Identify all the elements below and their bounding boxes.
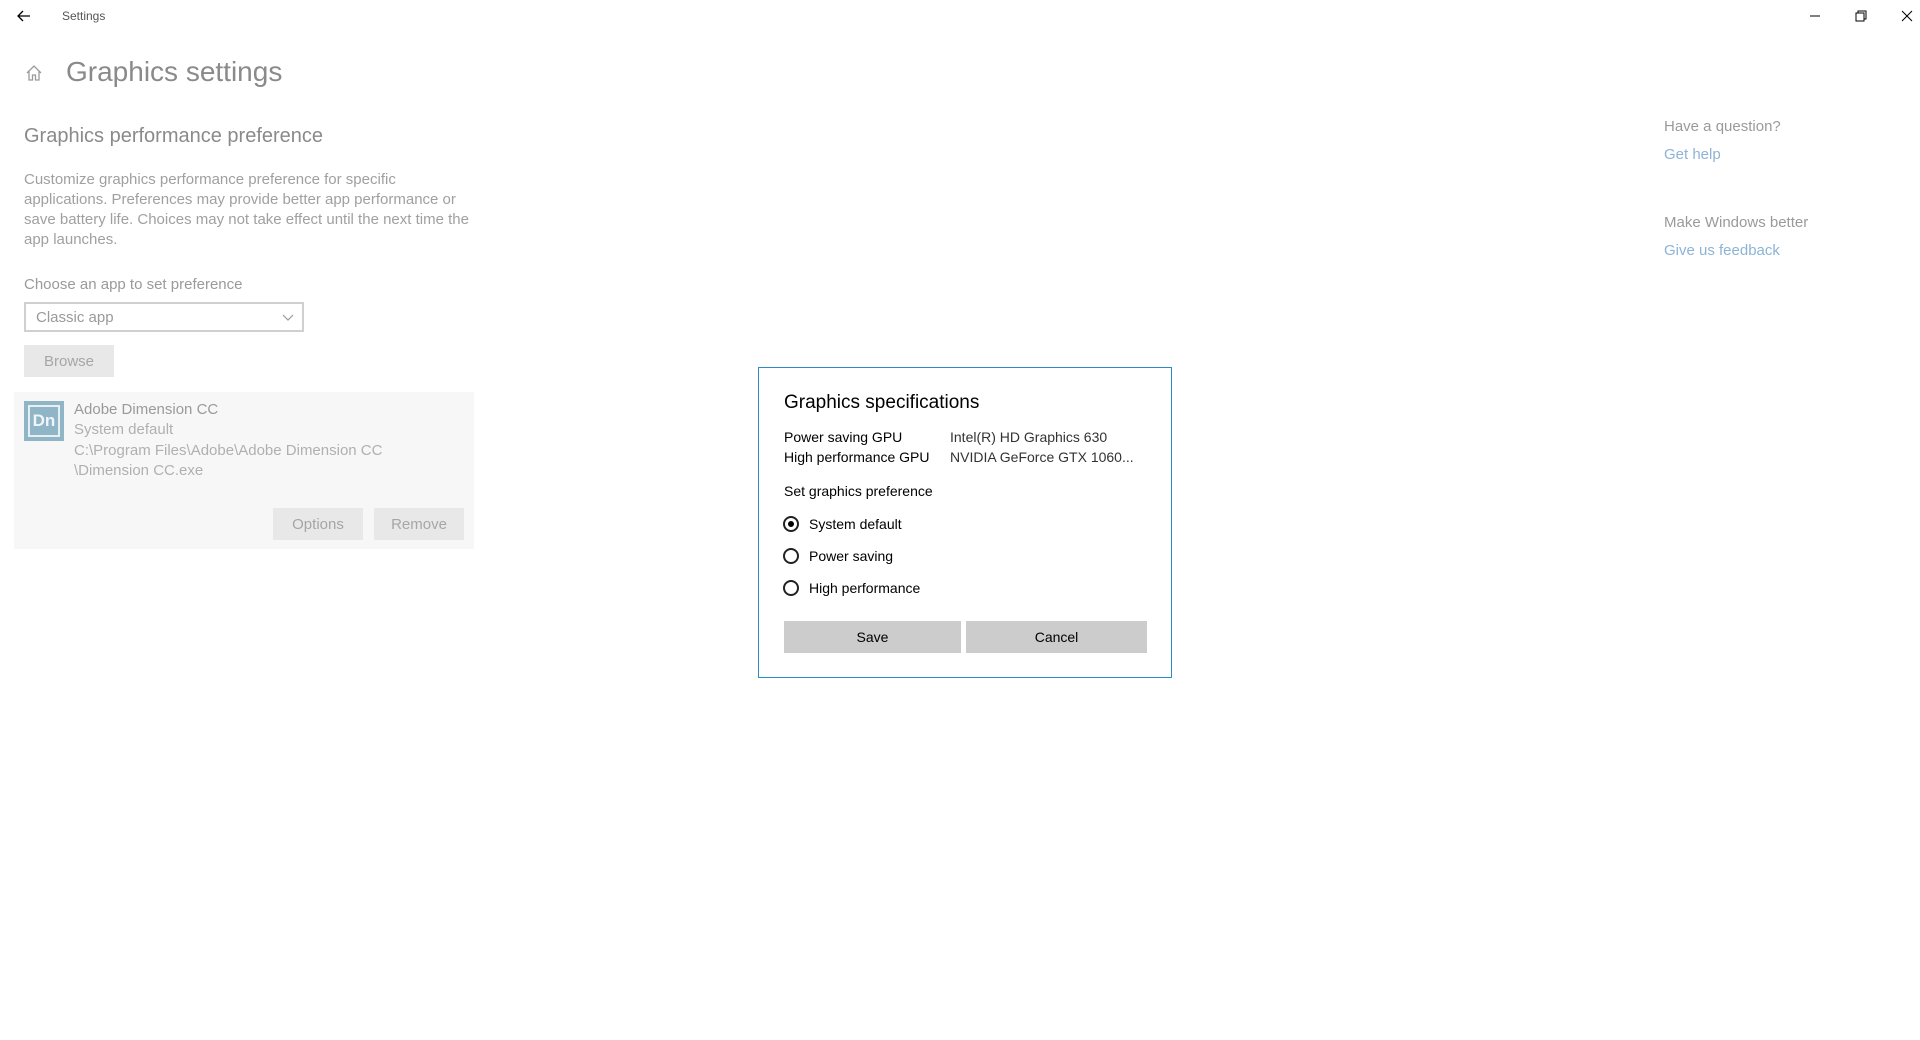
high-performance-gpu-label: High performance GPU xyxy=(784,449,930,465)
radio-button[interactable] xyxy=(783,580,799,596)
save-button[interactable]: Save xyxy=(784,621,961,653)
chevron-down-icon xyxy=(282,314,294,321)
app-path-line2: \Dimension CC.exe xyxy=(74,462,204,479)
make-windows-better-label: Make Windows better xyxy=(1664,214,1809,231)
back-button[interactable] xyxy=(10,4,38,28)
app-list-item[interactable]: Dn Adobe Dimension CC System default C:\… xyxy=(14,392,474,549)
minimize-icon xyxy=(1810,15,1820,17)
app-preference: System default xyxy=(74,421,174,438)
radio-label: High performance xyxy=(809,580,921,596)
set-preference-label: Set graphics preference xyxy=(784,483,933,499)
adobe-dimension-app-icon: Dn xyxy=(24,401,64,441)
radio-label: System default xyxy=(809,516,902,532)
dialog-title: Graphics specifications xyxy=(784,392,980,413)
have-question-label: Have a question? xyxy=(1664,118,1781,135)
app-name: Adobe Dimension CC xyxy=(74,401,219,418)
page-title: Graphics settings xyxy=(66,56,283,87)
title-bar: Settings xyxy=(0,0,1920,32)
radio-power-saving[interactable]: Power saving xyxy=(783,545,893,567)
give-feedback-link[interactable]: Give us feedback xyxy=(1664,242,1780,259)
section-description: Customize graphics performance preferenc… xyxy=(24,171,469,248)
cancel-button[interactable]: Cancel xyxy=(966,621,1147,653)
high-performance-gpu-value: NVIDIA GeForce GTX 1060... xyxy=(950,449,1134,465)
dropdown-value: Classic app xyxy=(36,308,114,326)
home-icon[interactable] xyxy=(24,63,44,83)
minimize-button[interactable] xyxy=(1792,0,1838,32)
close-button[interactable] xyxy=(1884,0,1920,32)
app-type-dropdown[interactable]: Classic app xyxy=(24,302,304,332)
graphics-specifications-dialog: Graphics specifications Power saving GPU… xyxy=(758,367,1172,678)
radio-button[interactable] xyxy=(783,516,799,532)
radio-label: Power saving xyxy=(809,548,894,564)
radio-system-default[interactable]: System default xyxy=(783,513,902,535)
remove-button[interactable]: Remove xyxy=(374,508,464,540)
options-button[interactable]: Options xyxy=(273,508,363,540)
close-icon xyxy=(1901,10,1913,22)
app-path: C:\Program Files\Adobe\Adobe Dimension C… xyxy=(74,441,404,481)
radio-high-performance[interactable]: High performance xyxy=(783,577,920,599)
power-saving-gpu-label: Power saving GPU xyxy=(784,429,903,445)
back-arrow-icon xyxy=(17,10,30,22)
app-path-line1: C:\Program Files\Adobe\Adobe Dimension C… xyxy=(74,442,383,459)
get-help-link[interactable]: Get help xyxy=(1664,146,1721,163)
window-title: Settings xyxy=(62,9,106,23)
power-saving-gpu-value: Intel(R) HD Graphics 630 xyxy=(950,429,1108,445)
restore-button[interactable] xyxy=(1838,0,1884,32)
radio-button[interactable] xyxy=(783,548,799,564)
section-title: Graphics performance preference xyxy=(24,125,324,147)
app-icon-text: Dn xyxy=(28,405,60,437)
browse-button[interactable]: Browse xyxy=(24,345,114,377)
restore-icon xyxy=(1855,10,1867,22)
choose-app-label: Choose an app to set preference xyxy=(24,276,243,293)
